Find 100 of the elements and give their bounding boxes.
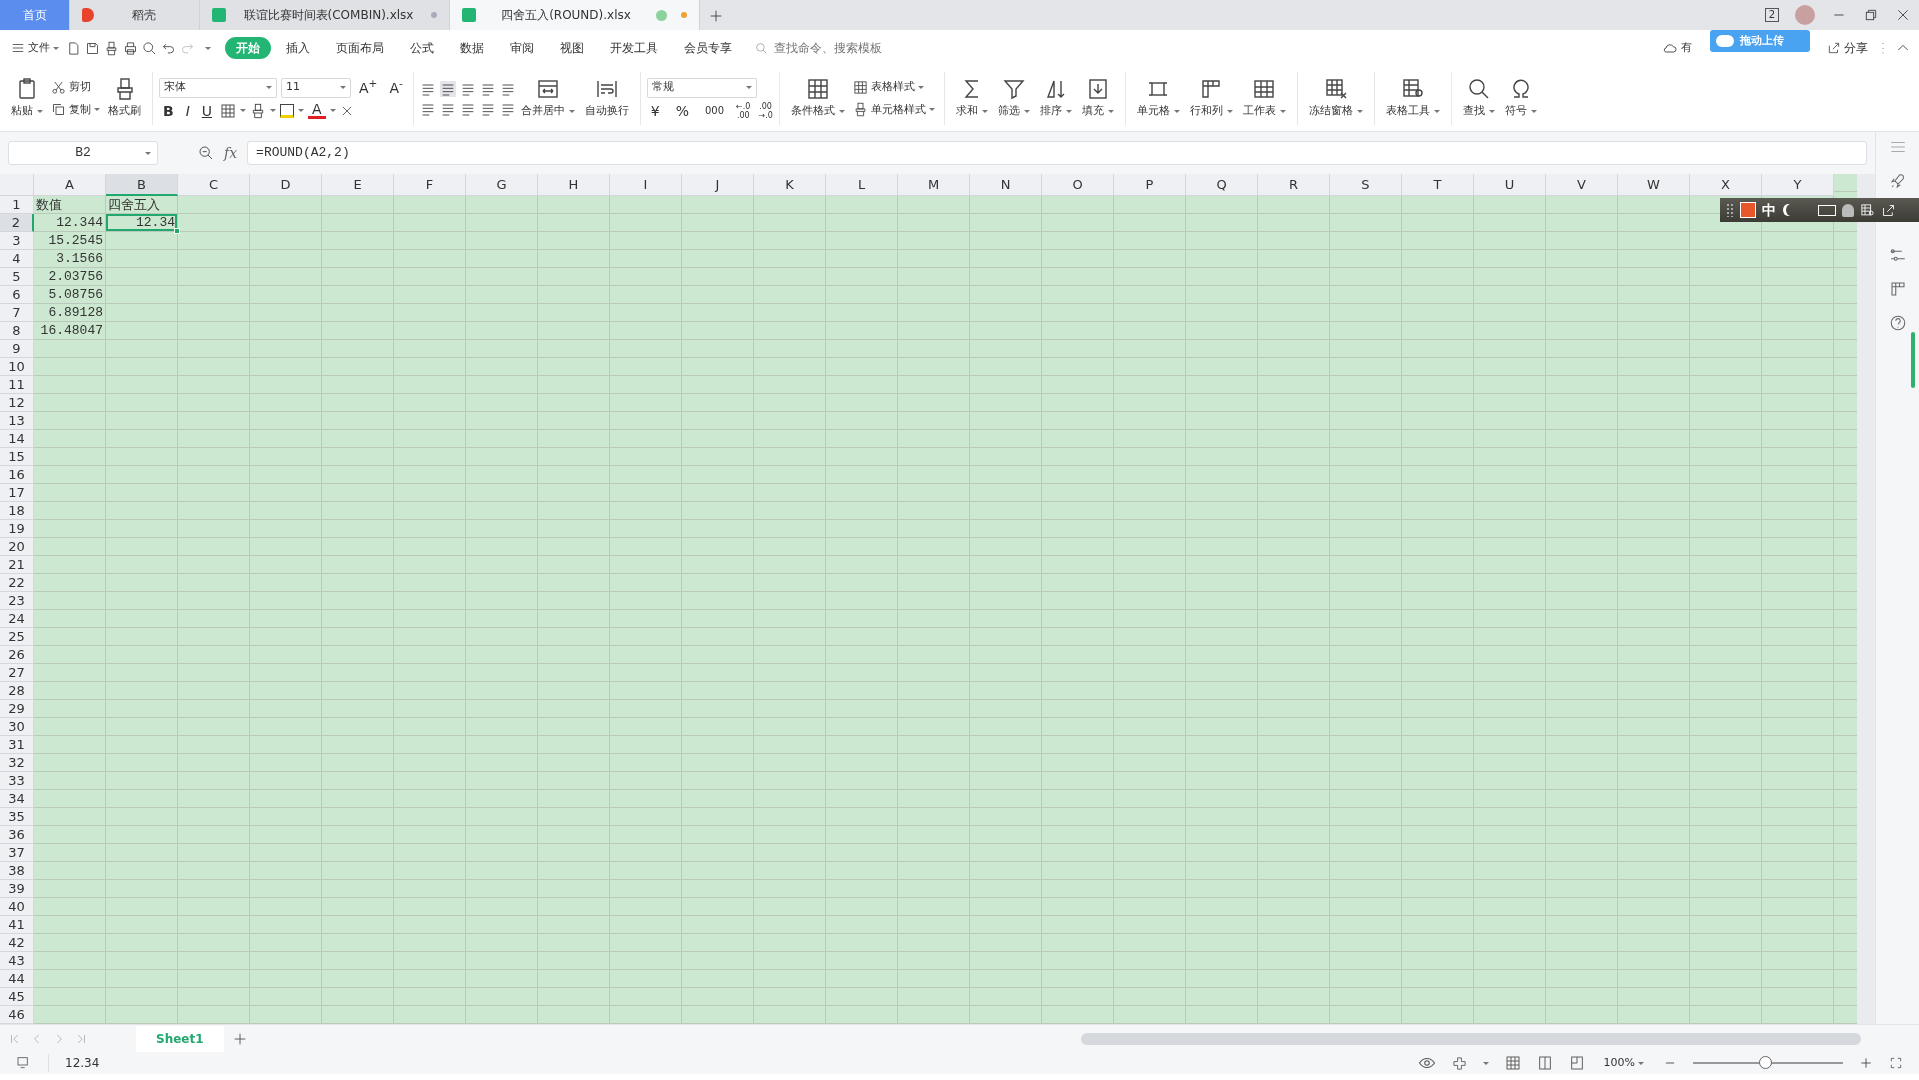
row-header[interactable]: 36 [0, 826, 34, 844]
document-tab[interactable]: 稻壳 [70, 0, 200, 30]
column-header[interactable]: C [178, 174, 250, 196]
column-header[interactable]: F [394, 174, 466, 196]
row-header[interactable]: 32 [0, 754, 34, 772]
column-header[interactable]: R [1258, 174, 1330, 196]
ribbon-button[interactable]: 冻结窗格 [1303, 75, 1368, 122]
ribbon-button[interactable]: 表格工具 [1380, 75, 1445, 122]
row-header[interactable]: 15 [0, 448, 34, 466]
column-header[interactable]: B [106, 174, 178, 196]
row-header[interactable]: 19 [0, 520, 34, 538]
row-header[interactable]: 29 [0, 700, 34, 718]
row-header[interactable]: 12 [0, 394, 34, 412]
row-header[interactable]: 11 [0, 376, 34, 394]
row-header[interactable]: 17 [0, 484, 34, 502]
column-header[interactable]: D [250, 174, 322, 196]
row-header[interactable]: 8 [0, 322, 34, 340]
row-header[interactable]: 39 [0, 880, 34, 898]
row-header[interactable]: 22 [0, 574, 34, 592]
row-header[interactable]: 10 [0, 358, 34, 376]
row-header[interactable]: 31 [0, 736, 34, 754]
increase-decimal-button[interactable]: ←.0 .00 [736, 101, 751, 120]
column-header[interactable]: J [682, 174, 754, 196]
file-menu[interactable]: 文件 [8, 38, 62, 58]
row-header[interactable]: 35 [0, 808, 34, 826]
ribbon-button[interactable]: 排序 [1034, 75, 1077, 122]
window-count-badge[interactable]: 2 [1764, 8, 1779, 22]
row-header[interactable]: 44 [0, 970, 34, 988]
row-header[interactable]: 16 [0, 466, 34, 484]
share-button[interactable]: 分享 [1824, 38, 1871, 58]
row-header[interactable]: 21 [0, 556, 34, 574]
column-header[interactable]: K [754, 174, 826, 196]
row-header[interactable]: 30 [0, 718, 34, 736]
underline-button[interactable]: U [197, 101, 217, 120]
column-header[interactable]: T [1402, 174, 1474, 196]
ribbon-button[interactable]: 查找 [1457, 75, 1500, 122]
ribbon-button[interactable]: 自动换行 [579, 75, 634, 122]
ribbon-button[interactable]: 筛选 [992, 75, 1035, 122]
zoom-level-button[interactable]: 100% [1600, 1053, 1647, 1073]
row-header[interactable]: 37 [0, 844, 34, 862]
row-header[interactable]: 41 [0, 916, 34, 934]
column-header[interactable]: L [826, 174, 898, 196]
menu-tab[interactable]: 页面布局 [325, 37, 395, 59]
row-header[interactable]: 5 [0, 268, 34, 286]
formula-field[interactable]: =ROUND(A2,2) [247, 141, 1867, 165]
italic-button[interactable]: I [181, 101, 194, 120]
row-header[interactable]: 26 [0, 646, 34, 664]
column-header[interactable]: U [1474, 174, 1546, 196]
column-header[interactable]: N [970, 174, 1042, 196]
row-header[interactable]: 34 [0, 790, 34, 808]
menu-tab[interactable]: 视图 [549, 37, 595, 59]
decrease-decimal-button[interactable]: .00 →.0 [758, 101, 773, 120]
column-header[interactable]: V [1546, 174, 1618, 196]
row-header[interactable]: 9 [0, 340, 34, 358]
row-header[interactable]: 1 [0, 196, 34, 214]
menu-tab[interactable]: 会员专享 [673, 37, 743, 59]
row-header[interactable]: 23 [0, 592, 34, 610]
document-tab[interactable]: 联谊比赛时间表(COMBIN).xlsx [200, 0, 450, 30]
row-header[interactable]: 20 [0, 538, 34, 556]
column-header[interactable]: E [322, 174, 394, 196]
row-header[interactable]: 7 [0, 304, 34, 322]
ribbon-button[interactable]: 求和 [950, 75, 993, 122]
row-header[interactable]: 14 [0, 430, 34, 448]
row-header[interactable]: 28 [0, 682, 34, 700]
row-header[interactable]: 6 [0, 286, 34, 304]
ribbon-button[interactable]: 合并居中 [515, 75, 580, 122]
row-header[interactable]: 2 [0, 214, 34, 232]
currency-button[interactable]: ¥ [646, 101, 664, 120]
thousands-button[interactable]: 000 [701, 101, 729, 120]
number-format-select[interactable]: 常规 [646, 77, 757, 98]
ribbon-button[interactable]: 条件格式 [785, 75, 850, 122]
grow-font-button[interactable]: A$^{+}$ [355, 78, 382, 97]
row-header[interactable]: 18 [0, 502, 34, 520]
column-header[interactable]: H [538, 174, 610, 196]
ribbon-button[interactable]: 粘贴 [6, 75, 48, 122]
column-header[interactable]: I [610, 174, 682, 196]
bold-button[interactable]: B [159, 101, 178, 120]
menu-tab[interactable]: 数据 [449, 37, 495, 59]
ribbon-button[interactable]: 符号 [1499, 75, 1542, 122]
table-style-button[interactable]: 表格样式 [849, 78, 938, 97]
row-header[interactable]: 33 [0, 772, 34, 790]
column-header[interactable]: O [1042, 174, 1114, 196]
row-header[interactable]: 3 [0, 232, 34, 250]
name-box[interactable]: B2 [8, 141, 158, 165]
ribbon-button[interactable]: 填充 [1076, 75, 1119, 122]
cell-style-button[interactable]: 单元格样式 [849, 100, 938, 119]
row-header[interactable]: 4 [0, 250, 34, 268]
menu-tab[interactable]: 开发工具 [599, 37, 669, 59]
input-mode-toggle[interactable]: 中 [1762, 199, 1776, 221]
column-header[interactable]: M [898, 174, 970, 196]
font-color-button[interactable]: A [308, 102, 326, 119]
row-header[interactable]: 45 [0, 988, 34, 1006]
percent-button[interactable]: % [671, 101, 693, 120]
row-header[interactable]: 38 [0, 862, 34, 880]
menu-tab[interactable]: 插入 [275, 37, 321, 59]
row-header[interactable]: 24 [0, 610, 34, 628]
column-header[interactable]: X [1690, 174, 1762, 196]
shrink-font-button[interactable]: A$^{-}$ [385, 78, 407, 97]
column-header[interactable]: Y [1762, 174, 1834, 196]
column-header[interactable]: G [466, 174, 538, 196]
